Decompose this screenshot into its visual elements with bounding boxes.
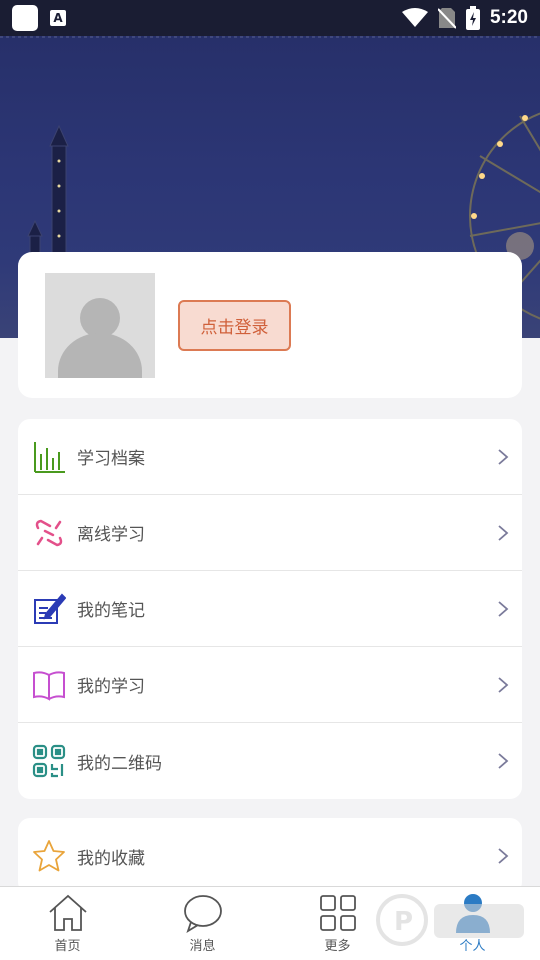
menu-item-my-favorites[interactable]: 我的收藏 bbox=[18, 818, 522, 894]
nav-label: 消息 bbox=[189, 939, 216, 954]
qr-code-icon bbox=[31, 743, 67, 779]
menu-item-offline-study[interactable]: 离线学习 bbox=[18, 495, 522, 571]
avatar-body bbox=[58, 332, 142, 378]
nav-label: 更多 bbox=[324, 939, 351, 954]
clock: 5:20 bbox=[489, 7, 528, 28]
chevron-right-icon bbox=[498, 753, 509, 769]
menu-item-my-study[interactable]: 我的学习 bbox=[18, 647, 522, 723]
menu-label: 我的二维码 bbox=[77, 753, 162, 774]
book-icon bbox=[31, 667, 67, 703]
battery-icon bbox=[465, 6, 480, 30]
svg-text:P: P bbox=[394, 907, 413, 937]
chevron-right-icon bbox=[498, 524, 509, 541]
avatar[interactable] bbox=[45, 272, 155, 378]
star-icon bbox=[31, 838, 67, 874]
wifi-icon bbox=[401, 8, 428, 27]
app-notification-icon bbox=[12, 5, 38, 31]
menu-label: 学习档案 bbox=[77, 449, 145, 469]
offline-icon bbox=[31, 515, 67, 551]
avatar-head bbox=[80, 297, 120, 338]
home-icon bbox=[48, 894, 87, 931]
menu-label: 我的收藏 bbox=[77, 848, 145, 869]
menu-item-my-notes[interactable]: 我的笔记 bbox=[18, 571, 522, 647]
font-notification-icon: A bbox=[50, 10, 66, 26]
chevron-right-icon bbox=[498, 600, 509, 617]
bar-chart-icon bbox=[31, 439, 67, 475]
menu-card-secondary: 我的收藏 bbox=[18, 818, 522, 894]
menu-item-study-record[interactable]: 学习档案 bbox=[18, 419, 522, 495]
note-icon bbox=[31, 591, 67, 627]
menu-label: 离线学习 bbox=[77, 525, 145, 545]
grid-icon bbox=[319, 895, 356, 931]
watermark-logo: P bbox=[376, 894, 524, 946]
profile-card: 点击登录 bbox=[18, 252, 522, 398]
menu-label: 我的学习 bbox=[77, 677, 145, 697]
status-bar: A 5:20 bbox=[0, 0, 540, 36]
chevron-right-icon bbox=[498, 448, 509, 465]
nav-home[interactable]: 首页 bbox=[0, 887, 135, 960]
message-icon bbox=[183, 895, 222, 933]
chevron-right-icon bbox=[498, 848, 509, 864]
nav-label: 首页 bbox=[54, 939, 81, 954]
no-sim-icon bbox=[437, 8, 456, 29]
chevron-right-icon bbox=[498, 676, 509, 693]
menu-label: 我的笔记 bbox=[77, 601, 145, 621]
menu-card-main: 学习档案 离线学习 我的笔记 我的学习 我的二维码 bbox=[18, 419, 522, 799]
login-button[interactable]: 点击登录 bbox=[178, 299, 291, 351]
nav-messages[interactable]: 消息 bbox=[135, 887, 270, 960]
menu-item-my-qr-code[interactable]: 我的二维码 bbox=[18, 723, 522, 799]
